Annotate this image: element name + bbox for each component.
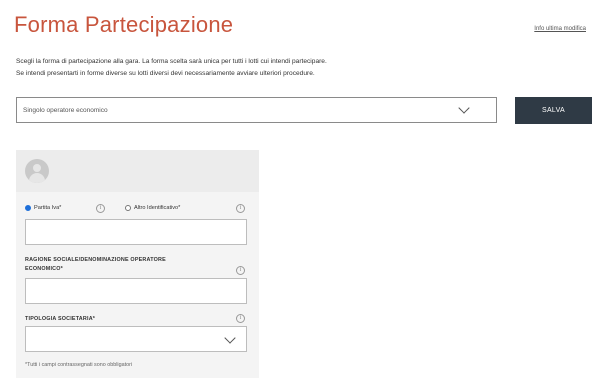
tipologia-societaria-select[interactable] <box>25 326 247 352</box>
participation-form-value: Singolo operatore economico <box>23 107 108 114</box>
operator-card: Partita Iva* i Altro Identificativo* i R… <box>16 150 259 378</box>
radio-altro-identificativo-label: Altro Identificativo* <box>134 205 181 211</box>
page-title: Forma Partecipazione <box>14 12 234 37</box>
info-last-modified-link[interactable]: Info ultima modifica <box>534 26 586 32</box>
chevron-down-icon <box>224 332 236 344</box>
card-header <box>16 150 259 192</box>
ragione-sociale-input[interactable] <box>25 278 247 304</box>
ragione-sociale-label-line-1: RAGIONE SOCIALE/DENOMINAZIONE OPERATORE <box>25 257 166 263</box>
avatar-icon <box>25 159 49 183</box>
tipologia-societaria-label: TIPOLOGIA SOCIETARIA* <box>25 316 96 322</box>
chevron-down-icon <box>458 102 470 114</box>
ragione-sociale-label: RAGIONE SOCIALE/DENOMINAZIONE OPERATORE … <box>25 256 166 274</box>
radio-partita-iva[interactable] <box>25 205 31 211</box>
radio-partita-iva-label: Partita Iva* <box>34 205 62 211</box>
info-icon[interactable]: i <box>236 314 245 323</box>
radio-altro-identificativo[interactable] <box>125 205 131 211</box>
identifier-input[interactable] <box>25 219 247 245</box>
required-fields-note: *Tutti i campi contrassegnati sono obbli… <box>25 362 133 368</box>
participation-form-select[interactable]: Singolo operatore economico <box>16 97 497 123</box>
description-line-1: Scegli la forma di partecipazione alla g… <box>16 58 327 65</box>
description-line-2: Se intendi presentarti in forme diverse … <box>16 70 315 77</box>
save-button[interactable]: SALVA <box>515 97 592 124</box>
info-icon[interactable]: i <box>236 204 245 213</box>
info-icon[interactable]: i <box>96 204 105 213</box>
description: Scegli la forma di partecipazione alla g… <box>16 56 327 80</box>
ragione-sociale-label-line-2: ECONOMICO* <box>25 266 63 272</box>
info-icon[interactable]: i <box>236 266 245 275</box>
